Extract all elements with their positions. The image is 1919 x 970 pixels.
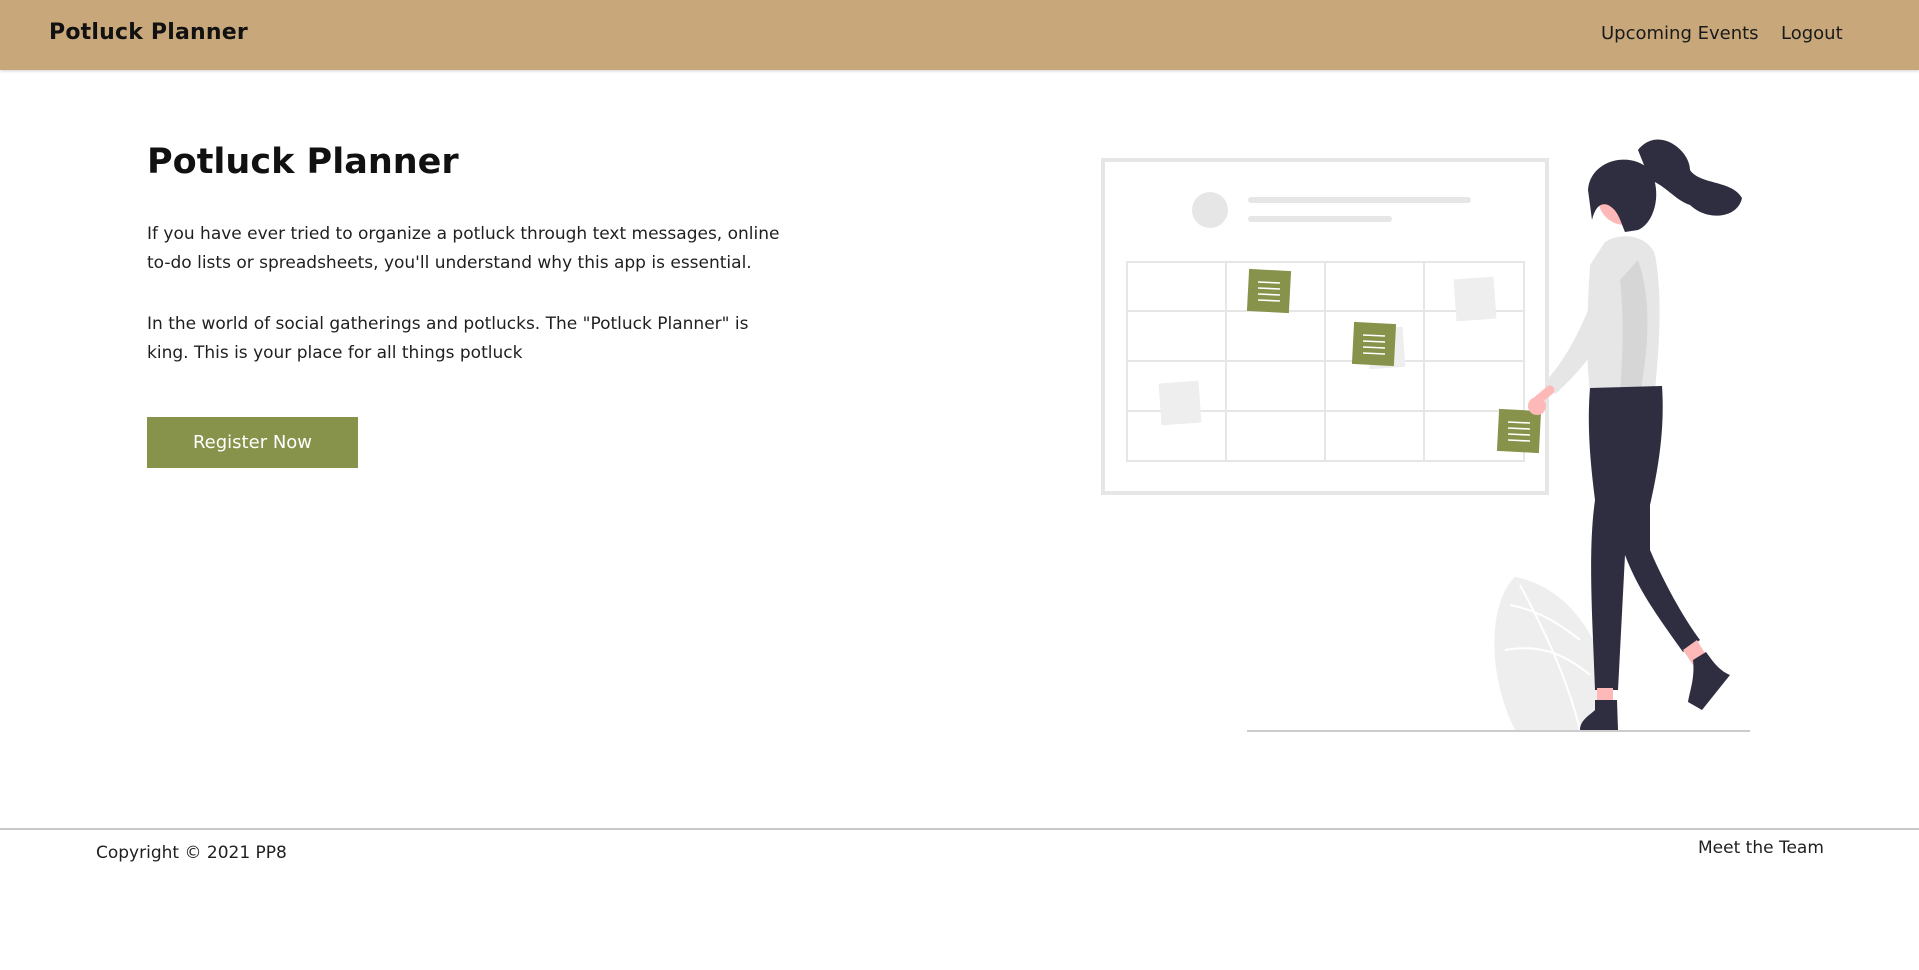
copyright-text: Copyright © 2021 PP8 xyxy=(96,843,287,863)
intro-paragraph-1: If you have ever tried to organize a pot… xyxy=(147,224,780,273)
page-title: Potluck Planner xyxy=(147,142,459,182)
intro-paragraph-2: In the world of social gatherings and po… xyxy=(147,314,749,363)
brand-logo-text[interactable]: Potluck Planner xyxy=(49,20,248,45)
calendar-planning-illustration xyxy=(1101,139,1750,732)
nav-upcoming-events-link[interactable]: Upcoming Events xyxy=(1601,23,1759,44)
top-navbar: Potluck Planner Upcoming Events Logout xyxy=(0,0,1919,70)
register-now-button[interactable]: Register Now xyxy=(147,417,358,468)
footer-divider xyxy=(0,828,1919,830)
nav-logout-link[interactable]: Logout xyxy=(1781,23,1843,44)
calendar-board-icon xyxy=(1101,158,1549,495)
meet-the-team-link[interactable]: Meet the Team xyxy=(1698,838,1824,858)
